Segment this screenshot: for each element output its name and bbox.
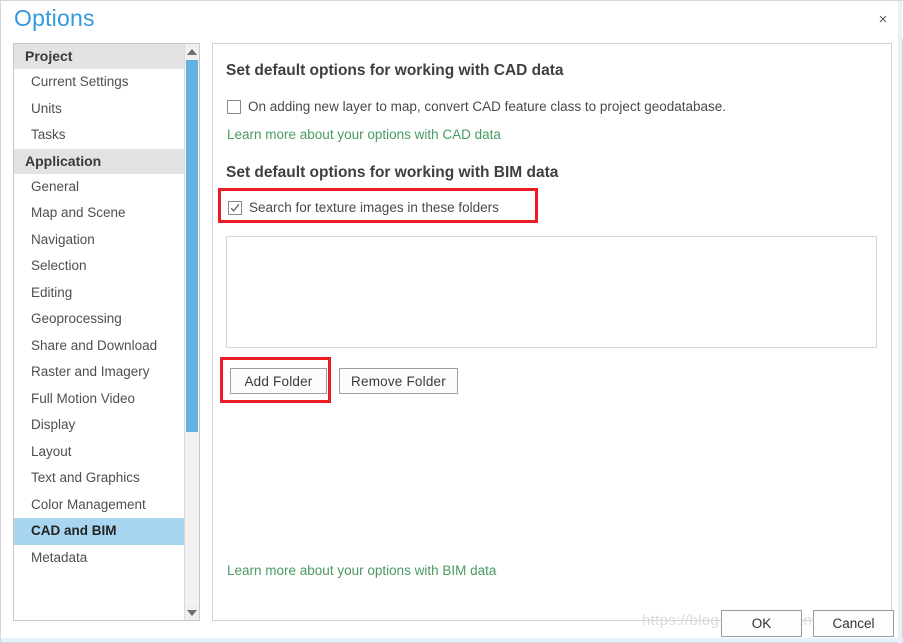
sidebar-item-cad-and-bim[interactable]: CAD and BIM [14, 518, 199, 545]
sidebar-item-current-settings[interactable]: Current Settings [14, 69, 199, 96]
sidebar-scrollbar[interactable] [184, 44, 199, 620]
sidebar-item-editing[interactable]: Editing [14, 280, 199, 307]
cancel-button[interactable]: Cancel [813, 610, 894, 637]
bim-texture-checkbox[interactable] [228, 200, 242, 215]
content-panel: Set default options for working with CAD… [212, 43, 892, 621]
sidebar-item-raster-and-imagery[interactable]: Raster and Imagery [14, 359, 199, 386]
sidebar-item-units[interactable]: Units [14, 96, 199, 123]
sidebar-item-navigation[interactable]: Navigation [14, 227, 199, 254]
sidebar-item-display[interactable]: Display [14, 412, 199, 439]
cad-learn-more-link[interactable]: Learn more about your options with CAD d… [227, 127, 501, 142]
sidebar-item-metadata[interactable]: Metadata [14, 545, 199, 572]
bim-learn-more-link[interactable]: Learn more about your options with BIM d… [227, 563, 496, 578]
texture-folder-listbox[interactable] [226, 236, 877, 348]
triangle-up-icon [187, 48, 197, 55]
sidebar-item-text-and-graphics[interactable]: Text and Graphics [14, 465, 199, 492]
cad-section-heading: Set default options for working with CAD… [226, 62, 564, 79]
add-folder-button[interactable]: Add Folder [230, 368, 327, 394]
close-icon[interactable]: × [869, 6, 897, 32]
scrollbar-thumb[interactable] [186, 60, 198, 432]
window-frame-right [898, 1, 902, 643]
bim-texture-checkbox-label: Search for texture images in these folde… [249, 200, 499, 215]
remove-folder-button[interactable]: Remove Folder [339, 368, 458, 394]
options-dialog: Options × Project Current Settings Units… [0, 0, 903, 643]
sidebar-item-layout[interactable]: Layout [14, 439, 199, 466]
sidebar-list: Project Current Settings Units Tasks App… [14, 44, 199, 571]
window-frame-bottom [1, 638, 903, 642]
nav-group-header-project: Project [14, 44, 199, 69]
scroll-down-icon[interactable] [185, 605, 199, 620]
page-title: Options [14, 5, 95, 31]
sidebar-item-full-motion-video[interactable]: Full Motion Video [14, 386, 199, 413]
bim-section-heading: Set default options for working with BIM… [226, 164, 559, 181]
nav-group-header-application: Application [14, 148, 199, 174]
scroll-up-icon[interactable] [185, 44, 199, 59]
cad-convert-checkbox[interactable] [227, 99, 241, 114]
bim-texture-checkbox-row[interactable]: Search for texture images in these folde… [228, 200, 499, 215]
sidebar-item-selection[interactable]: Selection [14, 253, 199, 280]
sidebar-item-map-and-scene[interactable]: Map and Scene [14, 200, 199, 227]
triangle-down-icon [187, 609, 197, 616]
cad-convert-checkbox-label: On adding new layer to map, convert CAD … [248, 99, 727, 114]
sidebar-item-general[interactable]: General [14, 174, 199, 201]
ok-button[interactable]: OK [721, 610, 802, 637]
sidebar-item-color-management[interactable]: Color Management [14, 492, 199, 519]
sidebar-item-geoprocessing[interactable]: Geoprocessing [14, 306, 199, 333]
title-bar: Options × [1, 1, 903, 39]
checkmark-icon [230, 203, 240, 212]
sidebar: Project Current Settings Units Tasks App… [13, 43, 200, 621]
cad-convert-checkbox-row[interactable]: On adding new layer to map, convert CAD … [227, 99, 726, 114]
sidebar-item-tasks[interactable]: Tasks [14, 122, 199, 149]
sidebar-item-share-and-download[interactable]: Share and Download [14, 333, 199, 360]
